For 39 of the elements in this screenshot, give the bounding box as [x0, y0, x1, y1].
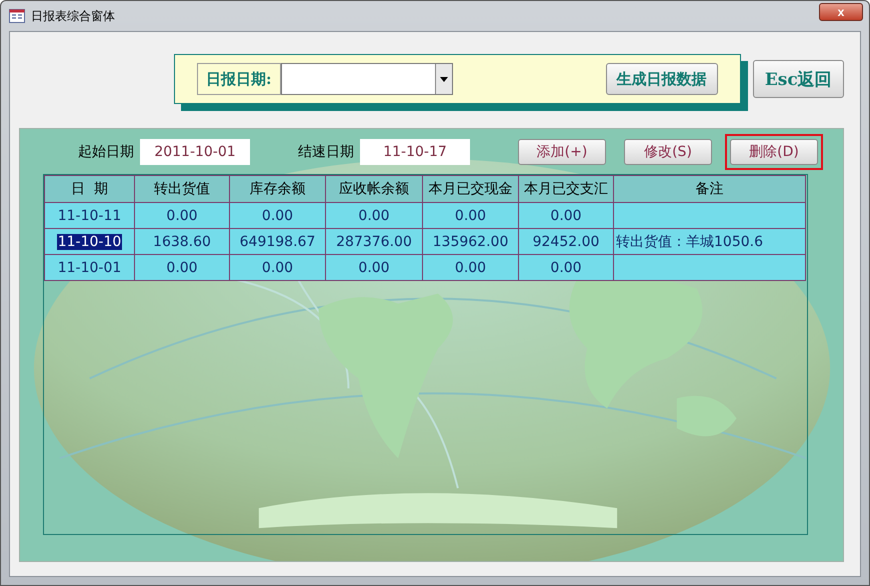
- form-icon: [9, 9, 25, 23]
- table-cell: 11-10-01: [44, 254, 134, 280]
- close-button[interactable]: x: [819, 3, 863, 21]
- table-cell: 0.00: [134, 254, 230, 280]
- table-cell: 0.00: [326, 202, 422, 228]
- window-title: 日报表综合窗体: [31, 8, 116, 24]
- table-cell: 转出货值：羊城1050.6: [614, 228, 806, 254]
- report-date-dropdown[interactable]: [280, 63, 453, 95]
- column-header[interactable]: 日 期: [44, 176, 134, 202]
- back-button[interactable]: Esc返回: [752, 60, 844, 98]
- table-cell: 0.00: [518, 202, 614, 228]
- table-cell: 11-10-10: [44, 228, 134, 254]
- table-cell: 0.00: [422, 254, 518, 280]
- column-header[interactable]: 备注: [614, 176, 806, 202]
- column-header[interactable]: 应收帐余额: [326, 176, 422, 202]
- report-date-label: 日报日期:: [197, 63, 281, 95]
- column-header[interactable]: 库存余额: [230, 176, 326, 202]
- table-cell: 92452.00: [518, 228, 614, 254]
- end-date-label: 结速日期: [298, 143, 354, 161]
- dropdown-arrow-icon: [440, 76, 448, 82]
- table-cell: 0.00: [230, 254, 326, 280]
- table-cell: 135962.00: [422, 228, 518, 254]
- table-cell: 0.00: [230, 202, 326, 228]
- table-cell: 1638.60: [134, 228, 230, 254]
- table-cell: 0.00: [518, 254, 614, 280]
- generate-report-button[interactable]: 生成日报数据: [606, 63, 718, 95]
- start-date-label: 起始日期: [78, 143, 134, 161]
- table-cell: 649198.67: [230, 228, 326, 254]
- column-header[interactable]: 本月已交现金: [422, 176, 518, 202]
- end-date-field[interactable]: 11-10-17: [360, 139, 470, 165]
- column-header[interactable]: 本月已交支汇: [518, 176, 614, 202]
- delete-button[interactable]: 删除(D): [725, 134, 823, 170]
- table-cell: 0.00: [326, 254, 422, 280]
- column-header[interactable]: 转出货值: [134, 176, 230, 202]
- table-cell: 11-10-11: [44, 202, 134, 228]
- table-cell: 0.00: [422, 202, 518, 228]
- table-cell: 287376.00: [326, 228, 422, 254]
- start-date-field[interactable]: 2011-10-01: [140, 139, 250, 165]
- table-cell: 0.00: [134, 202, 230, 228]
